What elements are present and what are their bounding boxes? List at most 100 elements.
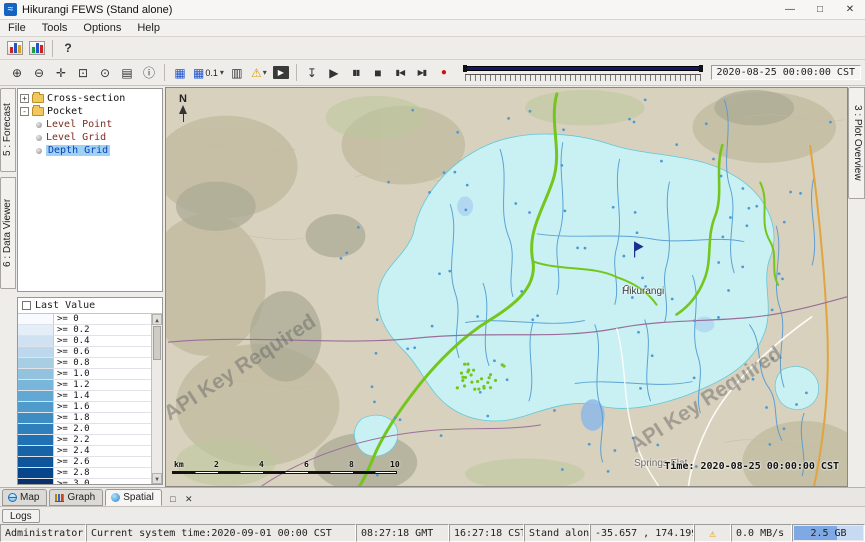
scale-tick: 8 [349,460,354,469]
legend-label: >= 2.4 [54,446,90,456]
tree-item-label[interactable]: Cross-section [47,93,125,104]
status-warning-cell[interactable]: ⚠ [694,524,731,542]
tab-spatial[interactable]: Spatial [105,489,162,506]
map-time-label: Time: 2020-08-25 00:00:00 CST [664,461,839,472]
warning-icon: ⚠ [709,527,716,540]
tree-item-cross-section[interactable]: + Cross-section [20,92,160,105]
zoom-box-icon[interactable]: ⊡ [73,63,93,83]
panel-close-button[interactable]: ✕ [182,492,196,506]
help-button[interactable]: ? [58,38,78,58]
time-slider-bar[interactable] [465,66,701,71]
scale-bar: km 2 4 6 8 10 [172,460,412,474]
menu-help[interactable]: Help [129,20,168,37]
grid-threshold-value: 0.1 [205,68,218,78]
legend-label: >= 1.6 [54,402,90,412]
zoom-extent-icon[interactable]: ⊙ [95,63,115,83]
tab-graph-label: Graph [67,492,95,503]
view-tab-bar: Map Graph Spatial □ ✕ [0,487,865,506]
step-forward-icon[interactable]: ▶▮ [412,63,432,83]
tab-spatial-label: Spatial [123,492,154,503]
legend-label: >= 1.8 [54,413,90,423]
tab-data-viewer[interactable]: 6 : Data Viewer [0,177,16,289]
legend-swatch [18,446,54,456]
logs-row: Logs [0,506,865,524]
collapse-icon[interactable]: - [20,107,29,116]
spatial-left-panel: + Cross-section - Pocket Level Point Lev… [16,87,165,487]
grid-threshold-dropdown[interactable]: ▦ 0.1 ▾ [192,63,225,83]
app-icon: ≈ [4,3,17,16]
stop-icon[interactable]: ■ [368,63,388,83]
toolbar-separator [52,40,53,57]
legend-doc-icon[interactable]: ▥ [227,63,247,83]
scrollbar-thumb[interactable] [153,326,161,360]
warning-icon: ⚠ [251,66,262,80]
snapshot-icon[interactable]: ↧ [302,63,322,83]
time-slider-end-handle[interactable] [699,65,703,72]
zoom-in-icon[interactable]: ⊕ [7,63,27,83]
status-memory-gauge: 2.5 GB [792,524,865,542]
time-slider-start-handle[interactable] [463,65,467,72]
legend-label: >= 0.8 [54,358,90,368]
time-ruler [465,74,701,81]
record-icon[interactable]: ● [434,63,454,83]
legend-row: >= 1.8 [18,413,151,424]
legend-swatch [18,358,54,368]
tree-item-pocket[interactable]: - Pocket [20,105,160,118]
legend-scrollbar[interactable]: ▲ ▼ [151,314,162,484]
step-back-icon[interactable]: ▮◀ [390,63,410,83]
legend-swatch [18,479,54,484]
explorer-button[interactable] [5,38,25,58]
scale-tick: 2 [214,460,219,469]
basemap-svg [166,88,847,486]
tree-item-label[interactable]: Level Point [46,119,112,130]
grid-icon[interactable]: ▦ [170,63,190,83]
zoom-out-icon[interactable]: ⊖ [29,63,49,83]
status-coordinates: -35.657 , 174.199 [590,524,694,542]
legend-swatch [18,435,54,445]
legend-row: >= 0.4 [18,336,151,347]
tree-item-level-point[interactable]: Level Point [20,118,160,131]
tree-item-label-selected[interactable]: Depth Grid [46,145,110,156]
legend-label: >= 2.8 [54,468,90,478]
maximize-button[interactable]: □ [805,0,835,19]
status-mode: Stand alone [524,524,590,542]
menu-file[interactable]: File [0,20,34,37]
close-button[interactable]: ✕ [835,0,865,19]
expand-icon[interactable]: + [20,94,29,103]
legend-swatch [18,380,54,390]
main-toolbar: ? [0,37,865,60]
chart-icon [55,494,64,502]
map-canvas[interactable]: N API Key Required API Key Required Hiku… [165,87,848,487]
scroll-up-icon[interactable]: ▲ [152,314,162,325]
layers-icon[interactable]: ▤ [117,63,137,83]
tree-item-level-grid[interactable]: Level Grid [20,131,160,144]
pan-icon[interactable]: ✛ [51,63,71,83]
tree-item-label[interactable]: Pocket [47,106,83,117]
tree-item-label[interactable]: Level Grid [46,132,106,143]
last-value-checkbox[interactable] [22,301,31,310]
tab-map[interactable]: Map [2,489,47,506]
legend-row: >= 1.0 [18,369,151,380]
play-icon[interactable]: ▶ [324,63,344,83]
menu-options[interactable]: Options [75,20,129,37]
legend-row: >= 0.6 [18,347,151,358]
scale-tick: 6 [304,460,309,469]
scale-tick: 10 [390,460,400,469]
tab-plot-overview[interactable]: 3 : Plot Overview [848,87,865,199]
panel-maximize-button[interactable]: □ [166,492,180,506]
tab-graph[interactable]: Graph [49,489,103,506]
warnings-dropdown[interactable]: ⚠ ▾ [249,63,269,83]
menu-tools[interactable]: Tools [34,20,76,37]
info-icon[interactable]: ⓘ [139,63,159,83]
tree-item-depth-grid[interactable]: Depth Grid [20,144,160,157]
town-label-hikurangi: Hikurangi [622,286,664,297]
minimize-button[interactable]: — [775,0,805,19]
pause-icon[interactable]: ▮▮ [346,63,366,83]
tab-forecast[interactable]: 5 : Forecast [0,88,16,172]
animation-display-button[interactable]: ▶ [271,63,291,83]
legend-swatch [18,314,54,324]
time-slider[interactable] [463,64,703,82]
logs-button[interactable]: Logs [2,509,40,523]
scroll-down-icon[interactable]: ▼ [152,473,162,484]
database-viewer-button[interactable] [27,38,47,58]
